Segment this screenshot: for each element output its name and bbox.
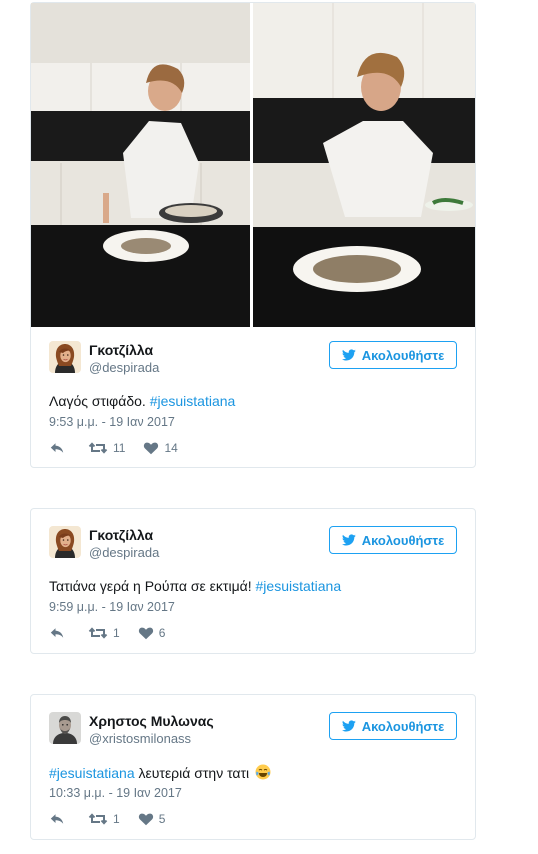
- retweet-count: 1: [113, 812, 120, 826]
- heart-icon: [143, 440, 159, 456]
- retweet-count: 11: [113, 441, 126, 455]
- tweet-timestamp[interactable]: 10:33 μ.μ. - 19 Ιαν 2017: [49, 786, 182, 800]
- avatar[interactable]: [49, 526, 81, 558]
- twitter-bird-icon: [342, 533, 356, 547]
- tweet-card[interactable]: Χρηστος Μυλωνας @xristosmilonass Ακολουθ…: [30, 694, 476, 840]
- like-count: 6: [158, 626, 166, 640]
- heart-icon: [138, 625, 154, 641]
- tweet-timestamp[interactable]: 9:59 μ.μ. - 19 Ιαν 2017: [49, 600, 175, 614]
- like-button[interactable]: 6: [138, 625, 166, 641]
- reply-button[interactable]: [49, 625, 70, 641]
- photo-right[interactable]: [253, 3, 475, 327]
- heart-icon: [138, 811, 154, 827]
- tweet-actions: 1 6: [49, 625, 183, 641]
- tweet-photos[interactable]: [31, 3, 475, 327]
- reply-icon: [49, 811, 65, 827]
- tweet-actions: 1 5: [49, 811, 183, 827]
- hashtag-link[interactable]: #jesuistatiana: [256, 578, 342, 594]
- retweet-icon: [88, 625, 108, 641]
- like-count: 5: [158, 812, 166, 826]
- user-name[interactable]: Χρηστος Μυλωνας: [89, 713, 214, 729]
- follow-button[interactable]: Ακολουθήστε: [329, 712, 457, 740]
- tweet-card[interactable]: Γκοτζίλλα @despirada Ακολουθήστε Λαγός σ…: [30, 2, 476, 468]
- follow-button[interactable]: Ακολουθήστε: [329, 341, 457, 369]
- hashtag-link[interactable]: #jesuistatiana: [150, 393, 236, 409]
- retweet-button[interactable]: 11: [88, 440, 125, 456]
- tweet-actions: 11 14: [49, 440, 196, 456]
- like-button[interactable]: 5: [138, 811, 166, 827]
- reply-button[interactable]: [49, 440, 70, 456]
- user-handle[interactable]: @despirada: [89, 545, 159, 560]
- twitter-bird-icon: [342, 719, 356, 733]
- avatar[interactable]: [49, 341, 81, 373]
- tweet-header: Γκοτζίλλα @despirada Ακολουθήστε: [49, 526, 457, 564]
- user-name[interactable]: Γκοτζίλλα: [89, 342, 153, 358]
- follow-label: Ακολουθήστε: [361, 532, 445, 548]
- tweet-card[interactable]: Γκοτζίλλα @despirada Ακολουθήστε Τατιάνα…: [30, 508, 476, 654]
- photo-left[interactable]: [31, 3, 250, 327]
- tweet-timestamp[interactable]: 9:53 μ.μ. - 19 Ιαν 2017: [49, 415, 175, 429]
- retweet-button[interactable]: 1: [88, 811, 120, 827]
- retweet-icon: [88, 440, 108, 456]
- twitter-bird-icon: [342, 348, 356, 362]
- like-button[interactable]: 14: [143, 440, 178, 456]
- user-handle[interactable]: @despirada: [89, 360, 159, 375]
- follow-label: Ακολουθήστε: [361, 347, 445, 363]
- hashtag-link[interactable]: #jesuistatiana: [49, 765, 135, 781]
- tweet-header: Χρηστος Μυλωνας @xristosmilonass Ακολουθ…: [49, 712, 457, 750]
- tweet-text-body: Τατιάνα γερά η Ρούπα σε εκτιμά!: [49, 578, 256, 594]
- tweet-header: Γκοτζίλλα @despirada Ακολουθήστε: [49, 341, 457, 379]
- reply-icon: [49, 440, 65, 456]
- avatar[interactable]: [49, 712, 81, 744]
- user-handle[interactable]: @xristosmilonass: [89, 731, 191, 746]
- follow-button[interactable]: Ακολουθήστε: [329, 526, 457, 554]
- tweet-text: Λαγός στιφάδο. #jesuistatiana: [49, 393, 457, 409]
- reply-button[interactable]: [49, 811, 70, 827]
- reply-icon: [49, 625, 65, 641]
- tweet-text: Τατιάνα γερά η Ρούπα σε εκτιμά! #jesuist…: [49, 578, 457, 594]
- follow-label: Ακολουθήστε: [361, 718, 445, 734]
- user-name[interactable]: Γκοτζίλλα: [89, 527, 153, 543]
- like-count: 14: [164, 441, 178, 455]
- tweet-text-body: λευτεριά στην τατι: [134, 765, 254, 781]
- retweet-count: 1: [113, 626, 120, 640]
- retweet-icon: [88, 811, 108, 827]
- tears-of-joy-emoji: [255, 764, 271, 780]
- tweet-text-body: Λαγός στιφάδο.: [49, 393, 150, 409]
- tweet-text: #jesuistatiana λευτεριά στην τατι: [49, 764, 457, 781]
- retweet-button[interactable]: 1: [88, 625, 120, 641]
